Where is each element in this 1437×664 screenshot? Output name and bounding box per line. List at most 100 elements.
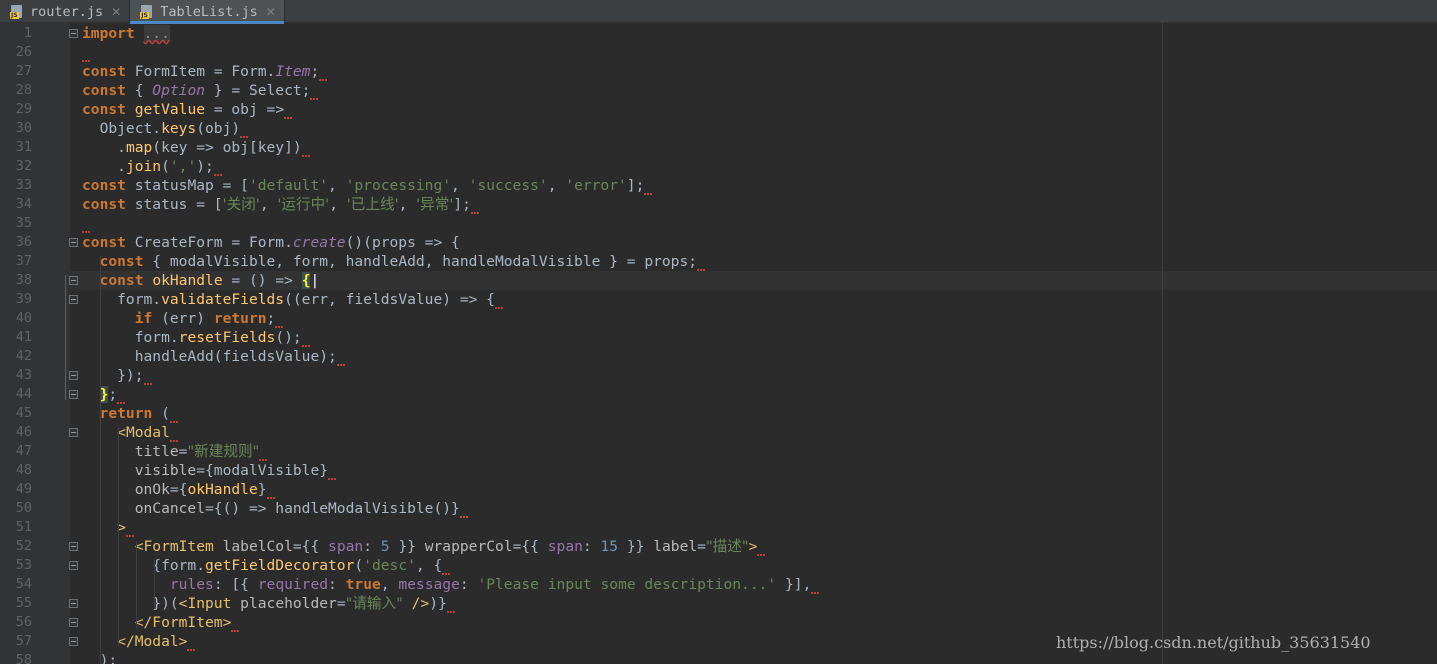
jsx-tag-token: <Input	[178, 595, 232, 612]
tab-tablelist-js[interactable]: JS TableList.js ✕	[130, 0, 285, 24]
line-number[interactable]: 27	[0, 62, 32, 81]
close-icon[interactable]: ✕	[111, 5, 121, 19]
warning-squiggle	[446, 594, 455, 613]
line-number[interactable]: 34	[0, 195, 32, 214]
fold-toggle-icon[interactable]	[69, 29, 78, 38]
function-token: okHandle	[152, 272, 223, 289]
string-token: 'success'	[468, 177, 548, 194]
fold-toggle-icon[interactable]	[69, 618, 78, 627]
warning-squiggle	[117, 385, 126, 404]
code-editor[interactable]: 1 import ... 26 27 const FormItem = Form.Ite…	[0, 23, 1437, 664]
line-number[interactable]: 32	[0, 157, 32, 176]
close-icon[interactable]: ✕	[266, 5, 276, 19]
fold-toggle-icon[interactable]	[69, 428, 78, 437]
warning-squiggle	[266, 480, 275, 499]
line-number[interactable]: 33	[0, 176, 32, 195]
warning-squiggle	[213, 157, 222, 176]
string-token: '已上线'	[346, 196, 399, 213]
warning-squiggle	[231, 613, 240, 632]
js-file-icon: JS	[10, 4, 24, 19]
line-number[interactable]: 47	[0, 442, 32, 461]
code-text: , {	[415, 557, 443, 574]
line-number[interactable]: 52	[0, 537, 32, 556]
property-token: span	[547, 538, 583, 555]
line-number[interactable]: 58	[0, 651, 32, 664]
code-content: >	[82, 518, 134, 537]
fold-toggle-icon[interactable]	[69, 390, 78, 399]
code-content: <FormItem labelCol={{ span: 5 }} wrapper…	[82, 537, 766, 556]
code-text: ,	[398, 196, 417, 213]
fold-toggle-icon[interactable]	[69, 542, 78, 551]
line-number[interactable]: 1	[0, 24, 32, 43]
fold-toggle-icon[interactable]	[69, 561, 78, 570]
line-number[interactable]: 42	[0, 347, 32, 366]
fold-toggle-icon[interactable]	[69, 637, 78, 646]
code-text: } = Select;	[205, 82, 311, 99]
number-token: 5	[380, 538, 390, 555]
line-number[interactable]: 51	[0, 518, 32, 537]
keyword-token: const	[99, 253, 144, 270]
string-token: '关闭'	[222, 196, 260, 213]
line-number[interactable]: 40	[0, 309, 32, 328]
warning-squiggle	[442, 556, 451, 575]
line-number[interactable]: 43	[0, 366, 32, 385]
line-number[interactable]: 31	[0, 138, 32, 157]
keyword-token: import	[82, 25, 135, 42]
line-number[interactable]: 36	[0, 233, 32, 252]
line-number[interactable]: 55	[0, 594, 32, 613]
fold-toggle-icon[interactable]	[69, 599, 78, 608]
fold-toggle-icon[interactable]	[69, 238, 78, 247]
folded-code: ...	[143, 25, 170, 42]
line-number[interactable]: 30	[0, 119, 32, 138]
line-number[interactable]: 50	[0, 499, 32, 518]
indent-guide	[136, 541, 137, 628]
line-number[interactable]: 38	[0, 271, 32, 290]
line-number[interactable]: 54	[0, 575, 32, 594]
code-text: ,	[547, 177, 566, 194]
code-content: const { Option } = Select;	[82, 81, 319, 100]
line-number[interactable]: 41	[0, 328, 32, 347]
warning-squiggle	[240, 119, 249, 138]
jsx-attr-token: title	[134, 443, 179, 460]
fold-toggle-icon[interactable]	[69, 295, 78, 304]
keyword-token: const	[82, 177, 126, 194]
warning-squiggle	[757, 537, 766, 556]
line-number[interactable]: 53	[0, 556, 32, 575]
line-number[interactable]: 39	[0, 290, 32, 309]
code-text: FormItem = Form.	[125, 63, 276, 80]
jsx-tag-token: >	[748, 538, 758, 555]
fold-toggle-icon[interactable]	[69, 371, 78, 380]
fold-toggle-icon[interactable]	[69, 276, 78, 285]
jsx-attr-token: onOk	[134, 481, 170, 498]
code-content: import ...	[82, 24, 170, 43]
code-text: form.	[82, 291, 162, 308]
code-text: (	[152, 405, 170, 422]
keyword-token: const	[82, 82, 126, 99]
line-number[interactable]: 48	[0, 461, 32, 480]
line-number[interactable]: 57	[0, 632, 32, 651]
function-token: getValue	[134, 101, 206, 118]
warning-squiggle	[169, 423, 178, 442]
line-number[interactable]: 28	[0, 81, 32, 100]
tab-router-js[interactable]: JS router.js ✕	[0, 0, 131, 23]
warning-squiggle	[187, 632, 196, 651]
string-token: "请输入"	[345, 595, 403, 612]
member-token: Item	[275, 63, 311, 80]
code-text: ();	[275, 329, 302, 346]
line-number[interactable]: 26	[0, 43, 32, 62]
keyword-token: const	[82, 196, 126, 213]
line-number[interactable]: 46	[0, 423, 32, 442]
line-number[interactable]: 49	[0, 480, 32, 499]
line-number[interactable]: 29	[0, 100, 32, 119]
line-number[interactable]: 56	[0, 613, 32, 632]
keyword-token: const	[82, 234, 126, 251]
code-text: ()(props => {	[345, 234, 460, 251]
line-number[interactable]: 35	[0, 214, 32, 233]
line-number[interactable]: 44	[0, 385, 32, 404]
code-content: const okHandle = () => {|	[82, 271, 319, 290]
line-number[interactable]: 37	[0, 252, 32, 271]
line-number[interactable]: 45	[0, 404, 32, 423]
